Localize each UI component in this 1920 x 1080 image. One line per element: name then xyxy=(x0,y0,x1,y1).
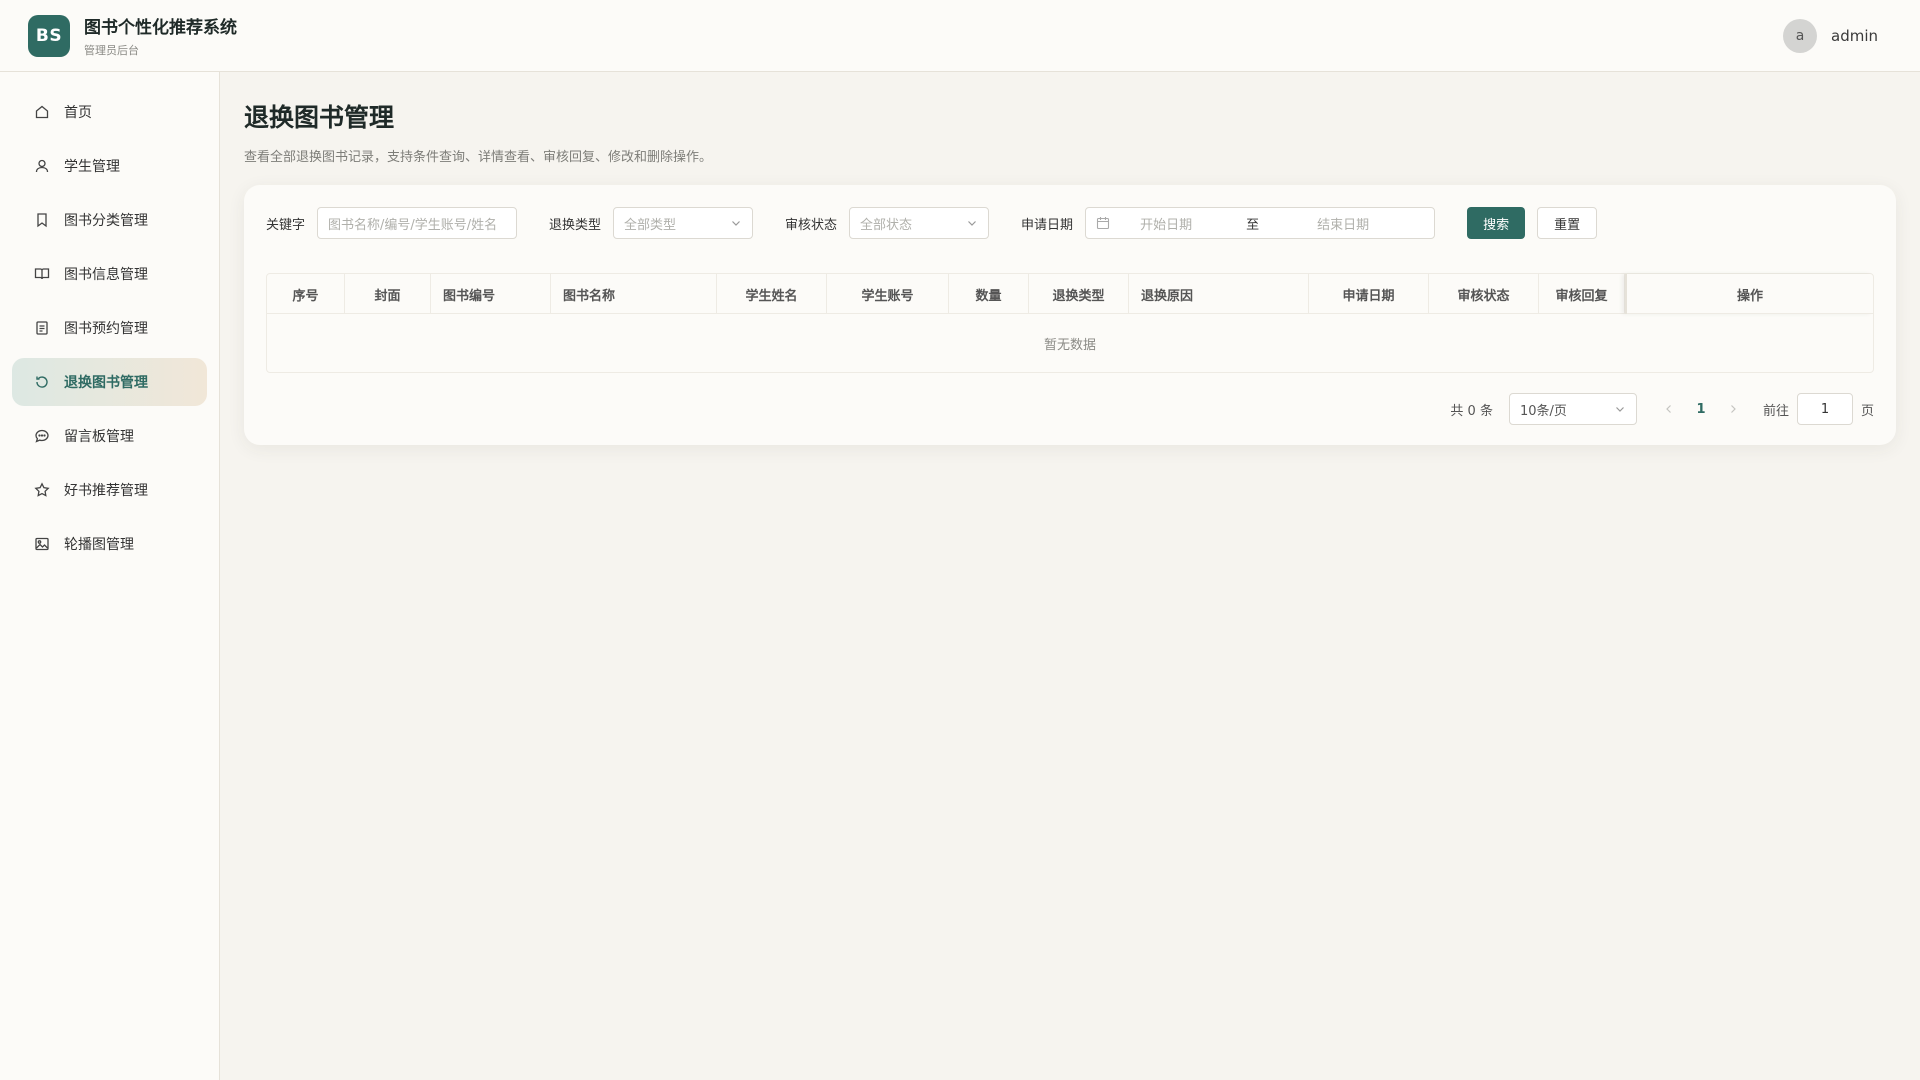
sidebar-item-label: 留言板管理 xyxy=(64,429,134,445)
sidebar-item-label: 图书预约管理 xyxy=(64,321,148,337)
sidebar-item-label: 学生管理 xyxy=(64,159,120,175)
date-separator: 至 xyxy=(1246,217,1260,233)
app-subtitle: 管理员后台 xyxy=(84,44,139,57)
returns-table: 序号 封面 图书编号 图书名称 学生姓名 学生账号 数量 退换类型 退换原因 申… xyxy=(266,273,1874,373)
date-label: 申请日期 xyxy=(1021,217,1074,233)
reset-button[interactable]: 重置 xyxy=(1537,207,1598,239)
user-icon xyxy=(35,159,49,173)
page-size-select[interactable]: 10条/页 xyxy=(1508,393,1637,425)
keyword-label: 关键字 xyxy=(266,217,306,233)
calendar-icon xyxy=(1097,217,1110,230)
col-review-reply: 审核回复 xyxy=(1539,274,1625,314)
top-header: BS 图书个性化推荐系统 管理员后台 a admin xyxy=(0,0,1920,72)
chevron-down-icon xyxy=(968,221,976,226)
table-header: 序号 封面 图书编号 图书名称 学生姓名 学生账号 数量 退换类型 退换原因 申… xyxy=(267,274,1873,314)
status-select[interactable]: 全部状态 xyxy=(849,207,990,239)
sidebar-item-students[interactable]: 学生管理 xyxy=(12,142,207,190)
col-review-status: 审核状态 xyxy=(1429,274,1539,314)
document-icon xyxy=(36,321,48,335)
app-logo: BS xyxy=(28,14,70,57)
goto-label: 前往 xyxy=(1762,403,1789,419)
sidebar-item-label: 轮播图管理 xyxy=(64,537,134,553)
col-student-name: 学生姓名 xyxy=(717,274,827,314)
date-end-input[interactable]: 结束日期 xyxy=(1317,214,1369,233)
book-open-icon xyxy=(34,268,50,280)
chevron-down-icon xyxy=(1616,407,1624,412)
sidebar-item-recommend[interactable]: 好书推荐管理 xyxy=(12,466,207,514)
col-book-name: 图书名称 xyxy=(551,274,717,314)
content-card: 关键字 图书名称/编号/学生账号/姓名 退换类型 全部类型 审核状态 全部状态 … xyxy=(244,185,1896,445)
prev-page-button[interactable] xyxy=(1655,395,1683,423)
image-icon xyxy=(35,537,49,551)
sidebar-item-label: 图书分类管理 xyxy=(64,213,148,229)
col-apply-date: 申请日期 xyxy=(1309,274,1429,314)
col-return-reason: 退换原因 xyxy=(1129,274,1309,314)
page-description: 查看全部退换图书记录，支持条件查询、详情查看、审核回复、修改和删除操作。 xyxy=(244,150,713,165)
main-content: 退换图书管理 查看全部退换图书记录，支持条件查询、详情查看、审核回复、修改和删除… xyxy=(244,72,1896,445)
message-icon xyxy=(35,429,49,443)
sidebar-item-book-info[interactable]: 图书信息管理 xyxy=(12,250,207,298)
date-range-picker[interactable]: 开始日期 至 结束日期 xyxy=(1085,207,1436,239)
sidebar-item-categories[interactable]: 图书分类管理 xyxy=(12,196,207,244)
col-book-id: 图书编号 xyxy=(431,274,551,314)
type-select[interactable]: 全部类型 xyxy=(613,207,754,239)
empty-state: 暂无数据 xyxy=(1043,337,1096,353)
avatar[interactable]: a xyxy=(1783,18,1817,53)
goto-page-input[interactable]: 1 xyxy=(1796,393,1853,425)
pagination: 共 0 条 10条/页 1 前往 1 页 xyxy=(1450,393,1874,425)
filter-bar: 关键字 图书名称/编号/学生账号/姓名 退换类型 全部类型 审核状态 全部状态 … xyxy=(266,207,1598,239)
type-select-value: 全部类型 xyxy=(624,217,677,233)
date-start-input[interactable]: 开始日期 xyxy=(1140,214,1192,233)
sidebar-item-label: 首页 xyxy=(64,105,92,121)
sidebar: 首页 学生管理 图书分类管理 图书信息管理 图书预约管理 退换图书管理 留言板管… xyxy=(0,72,220,1080)
sidebar-item-returns[interactable]: 退换图书管理 xyxy=(12,358,207,406)
page-size-value: 10条/页 xyxy=(1519,403,1567,419)
next-page-button[interactable] xyxy=(1719,395,1747,423)
chevron-down-icon xyxy=(732,221,740,226)
page-number-current[interactable]: 1 xyxy=(1683,402,1719,417)
sidebar-item-reservations[interactable]: 图书预约管理 xyxy=(12,304,207,352)
app-title: 图书个性化推荐系统 xyxy=(84,18,237,38)
sidebar-item-label: 好书推荐管理 xyxy=(64,483,148,499)
home-icon xyxy=(35,105,49,119)
sidebar-item-label: 图书信息管理 xyxy=(64,267,148,283)
search-button[interactable]: 搜索 xyxy=(1467,207,1526,239)
status-select-value: 全部状态 xyxy=(860,217,913,233)
chevron-left-icon xyxy=(1666,405,1671,413)
bookmark-icon xyxy=(37,213,47,228)
username[interactable]: admin xyxy=(1831,27,1878,45)
refresh-icon xyxy=(36,376,48,388)
status-label: 审核状态 xyxy=(785,217,838,233)
total-count: 共 0 条 xyxy=(1450,403,1493,419)
sidebar-item-messages[interactable]: 留言板管理 xyxy=(12,412,207,460)
col-return-type: 退换类型 xyxy=(1029,274,1129,314)
page-title: 退换图书管理 xyxy=(244,103,395,132)
col-quantity: 数量 xyxy=(949,274,1029,314)
type-label: 退换类型 xyxy=(549,217,602,233)
sidebar-item-home[interactable]: 首页 xyxy=(12,88,207,136)
col-actions: 操作 xyxy=(1625,274,1873,314)
user-menu[interactable]: a admin xyxy=(1783,18,1878,53)
keyword-input[interactable]: 图书名称/编号/学生账号/姓名 xyxy=(317,207,518,239)
col-cover: 封面 xyxy=(345,274,431,314)
star-icon xyxy=(34,482,50,497)
col-student-account: 学生账号 xyxy=(827,274,949,314)
brand: BS 图书个性化推荐系统 管理员后台 xyxy=(28,13,237,58)
sidebar-item-label: 退换图书管理 xyxy=(64,375,148,391)
chevron-right-icon xyxy=(1731,405,1736,413)
col-index: 序号 xyxy=(267,274,345,314)
sidebar-item-carousel[interactable]: 轮播图管理 xyxy=(12,520,207,568)
page-unit: 页 xyxy=(1860,403,1874,419)
brand-text: 图书个性化推荐系统 管理员后台 xyxy=(84,13,237,58)
